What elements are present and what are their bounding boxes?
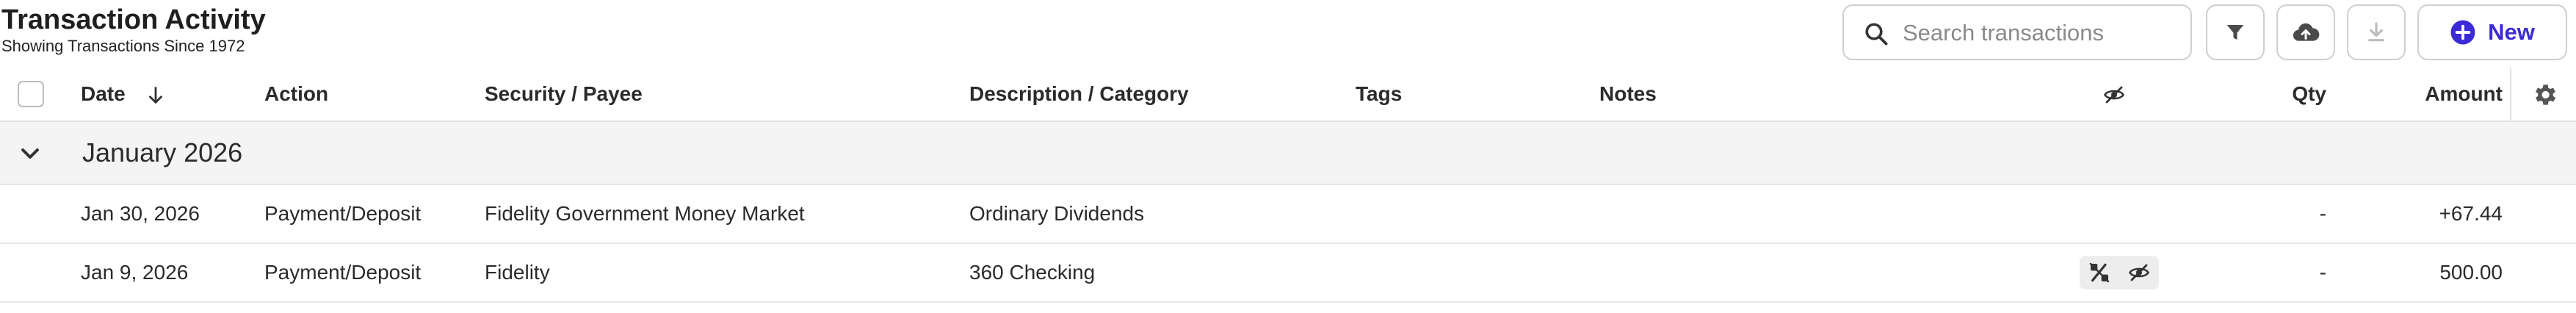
column-qty[interactable]: Qty — [2247, 68, 2326, 120]
download-button[interactable] — [2347, 4, 2406, 60]
row-amount: 500.00 — [2439, 261, 2503, 284]
table-header: Date Action Security / Payee Description… — [0, 68, 2576, 122]
column-date[interactable]: Date — [81, 68, 166, 120]
row-action: Payment/Deposit — [264, 202, 422, 225]
sort-descending-icon[interactable] — [145, 85, 166, 106]
column-notes[interactable]: Notes — [1599, 68, 1657, 120]
download-icon — [2368, 22, 2384, 42]
column-date-label: Date — [81, 82, 126, 105]
eye-off-icon[interactable] — [2102, 84, 2127, 106]
eye-off-icon[interactable] — [2127, 262, 2152, 284]
column-action[interactable]: Action — [264, 68, 328, 120]
filter-icon — [2226, 25, 2244, 40]
row-description: 360 Checking — [969, 261, 1096, 284]
filter-button[interactable] — [2206, 4, 2265, 60]
column-divider — [2510, 68, 2511, 120]
plus-circle-icon — [2450, 20, 2475, 45]
cloud-upload-icon — [2293, 23, 2320, 41]
page-subtitle: Showing Transactions Since 1972 — [1, 37, 245, 55]
table-row[interactable]: Jan 9, 2026 Payment/Deposit Fidelity 360… — [0, 244, 2576, 303]
column-security[interactable]: Security / Payee — [485, 68, 643, 120]
row-date: Jan 30, 2026 — [81, 202, 200, 225]
table-row[interactable]: Jan 30, 2026 Payment/Deposit Fidelity Go… — [0, 185, 2576, 244]
row-date: Jan 9, 2026 — [81, 261, 189, 284]
column-description[interactable]: Description / Category — [969, 68, 1189, 120]
search-input[interactable] — [1901, 12, 2183, 54]
page-title: Transaction Activity — [1, 4, 266, 35]
column-amount[interactable]: Amount — [2350, 68, 2503, 120]
search-box[interactable] — [1842, 4, 2192, 60]
new-button-label: New — [2488, 19, 2535, 45]
chevron-down-icon[interactable] — [18, 141, 43, 166]
upload-button[interactable] — [2276, 4, 2335, 60]
new-transaction-button[interactable]: New — [2417, 4, 2567, 60]
row-security: Fidelity — [485, 261, 550, 284]
percent-off-icon[interactable] — [2088, 261, 2111, 284]
search-icon — [1865, 23, 1888, 46]
row-amount: +67.44 — [2439, 202, 2503, 225]
group-header[interactable]: January 2026 — [0, 122, 2576, 185]
row-description: Ordinary Dividends — [969, 202, 1145, 225]
group-label: January 2026 — [82, 137, 243, 168]
gear-icon[interactable] — [2530, 81, 2558, 109]
select-all-checkbox[interactable] — [18, 81, 44, 107]
row-security: Fidelity Government Money Market — [485, 202, 805, 225]
row-action: Payment/Deposit — [264, 261, 422, 284]
row-qty: - — [2319, 202, 2326, 225]
column-tags[interactable]: Tags — [1356, 68, 1402, 120]
row-flag-icons — [2080, 256, 2159, 289]
row-qty: - — [2319, 261, 2326, 284]
